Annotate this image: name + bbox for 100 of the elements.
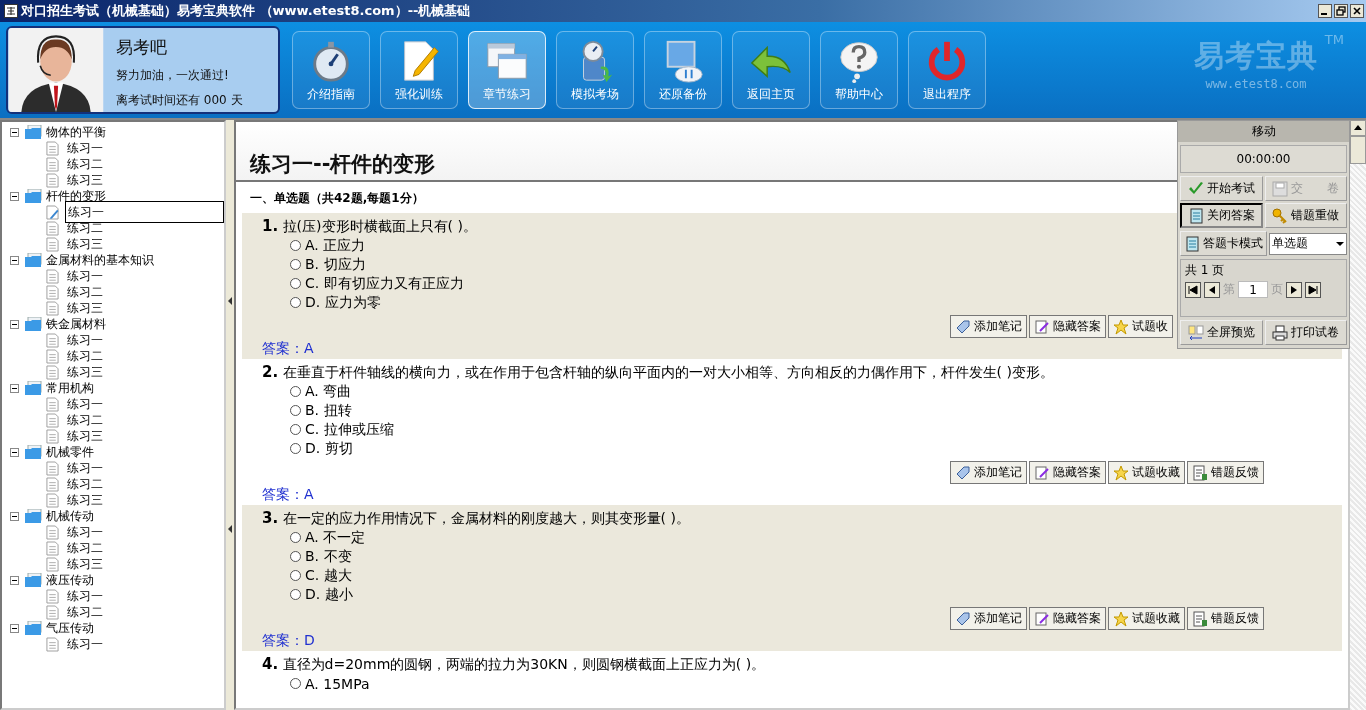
tree-item[interactable]: 练习一 [65,396,105,412]
option-label[interactable]: B. 切应力 [305,255,366,274]
tree-item[interactable]: 练习一 [65,268,105,284]
tree-item[interactable]: 气压传动 [46,621,94,635]
option-label[interactable]: D. 越小 [305,585,353,604]
scrollbar[interactable] [1350,120,1366,710]
tree-item[interactable]: 练习三 [65,428,105,444]
tree-item[interactable]: 练习一 [65,588,105,604]
radio-button[interactable] [290,532,301,543]
scrollbar-thumb[interactable] [1350,136,1366,164]
action-button[interactable]: 隐藏答案 [1029,315,1106,338]
collapse-icon[interactable] [10,127,19,137]
radio-button[interactable] [290,278,301,289]
collapse-left-icon[interactable] [228,525,232,533]
collapse-icon[interactable] [10,191,19,201]
last-page-icon[interactable] [1305,281,1321,298]
panel-title[interactable]: 移动 [1178,121,1349,142]
scroll-up-icon[interactable] [1350,120,1366,136]
tree-item[interactable]: 练习一 [65,460,105,476]
toolbar-button[interactable]: 返回主页 [732,31,810,109]
tree-item[interactable]: 练习二 [65,284,105,300]
radio-button[interactable] [290,297,301,308]
action-button[interactable]: 添加笔记 [950,607,1027,630]
option-label[interactable]: C. 越大 [305,566,352,585]
option-label[interactable]: A. 不一定 [305,528,366,547]
previous-page-icon[interactable] [1204,281,1220,298]
tree-item[interactable]: 液压传动 [46,573,94,587]
close-icon[interactable] [1350,4,1364,18]
tree-item[interactable]: 练习一 [65,524,105,540]
tree-item[interactable]: 练习二 [65,604,105,620]
tree-item[interactable]: 练习二 [65,476,105,492]
action-button[interactable]: 试题收 [1108,315,1173,338]
tree-item[interactable]: 练习一 [65,201,224,223]
tree-item[interactable]: 练习一 [65,636,105,652]
tree-item[interactable]: 练习三 [65,556,105,572]
panel-button[interactable]: 打印试卷 [1264,320,1347,345]
collapse-icon[interactable] [10,383,19,393]
toolbar-button[interactable]: 强化训练 [380,31,458,109]
tree-item[interactable]: 金属材料的基本知识 [46,253,154,267]
radio-button[interactable] [290,589,301,600]
first-page-icon[interactable] [1185,281,1201,298]
answer-card-mode-button[interactable]: 答题卡模式 [1180,231,1267,256]
collapse-icon[interactable] [10,575,19,585]
toolbar-button[interactable]: 模拟考场 [556,31,634,109]
option-label[interactable]: A. 正应力 [305,236,366,255]
option-label[interactable]: B. 不变 [305,547,352,566]
action-button[interactable]: 试题收藏 [1108,461,1185,484]
tree-item[interactable]: 练习三 [65,300,105,316]
tree-item[interactable]: 练习二 [65,348,105,364]
collapse-icon[interactable] [10,255,19,265]
tree-item[interactable]: 练习一 [65,332,105,348]
tree-item[interactable]: 练习三 [65,364,105,380]
page-number-field[interactable]: 1 [1238,281,1268,298]
action-button[interactable]: 隐藏答案 [1029,461,1106,484]
collapse-icon[interactable] [10,447,19,457]
collapse-left-icon[interactable] [228,297,232,305]
panel-button[interactable]: 错题重做 [1264,203,1347,228]
radio-button[interactable] [290,424,301,435]
option-label[interactable]: B. 扭转 [305,401,352,420]
collapse-icon[interactable] [10,319,19,329]
toolbar-button[interactable]: 帮助中心 [820,31,898,109]
tree-item[interactable]: 练习二 [65,156,105,172]
panel-button[interactable]: 开始考试 [1180,176,1263,201]
option-label[interactable]: C. 即有切应力又有正应力 [305,274,464,293]
option-label[interactable]: A. 弯曲 [305,382,352,401]
action-button[interactable]: 错题反馈 [1187,461,1264,484]
next-page-icon[interactable] [1286,281,1302,298]
option-label[interactable]: D. 应力为零 [305,293,381,312]
radio-button[interactable] [290,386,301,397]
radio-button[interactable] [290,443,301,454]
option-label[interactable]: C. 拉伸或压缩 [305,420,394,439]
question-type-dropdown[interactable]: 单选题 [1269,232,1347,255]
tree-item[interactable]: 物体的平衡 [46,125,106,139]
panel-button[interactable]: 全屏预览 [1180,320,1263,345]
tree-item[interactable]: 练习二 [65,220,105,236]
option-label[interactable]: A. 15MPa [305,675,370,692]
action-button[interactable]: 隐藏答案 [1029,607,1106,630]
radio-button[interactable] [290,551,301,562]
tree-item[interactable]: 练习三 [65,492,105,508]
radio-button[interactable] [290,240,301,251]
tree-item[interactable]: 练习三 [65,236,105,252]
radio-button[interactable] [290,570,301,581]
minimize-icon[interactable] [1318,4,1332,18]
action-button[interactable]: 试题收藏 [1108,607,1185,630]
toolbar-button[interactable]: 介绍指南 [292,31,370,109]
tree-item[interactable]: 机械零件 [46,445,94,459]
action-button[interactable]: 添加笔记 [950,461,1027,484]
tree-item[interactable]: 练习二 [65,412,105,428]
tree-item[interactable]: 铁金属材料 [46,317,106,331]
tree-item[interactable]: 练习三 [65,172,105,188]
toolbar-button[interactable]: 退出程序 [908,31,986,109]
tree-item[interactable]: 常用机构 [46,381,94,395]
collapse-icon[interactable] [10,623,19,633]
action-button[interactable]: 错题反馈 [1187,607,1264,630]
radio-button[interactable] [290,678,301,689]
radio-button[interactable] [290,259,301,270]
tree-item[interactable]: 练习二 [65,540,105,556]
toolbar-button[interactable]: 还原备份 [644,31,722,109]
tree-item[interactable]: 机械传动 [46,509,94,523]
collapse-icon[interactable] [10,511,19,521]
